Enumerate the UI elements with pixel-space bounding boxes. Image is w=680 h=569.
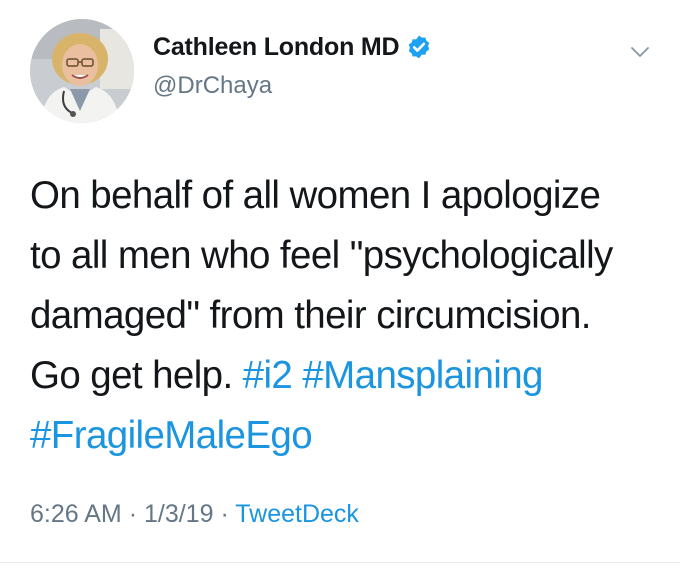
meta-separator: · <box>128 500 138 528</box>
chevron-down-icon[interactable] <box>628 40 652 64</box>
tweet-text-line: to all men who feel "psychologically <box>30 234 613 277</box>
tweet-text-line: #FragileMaleEgo <box>30 406 660 466</box>
tweet-card: Cathleen London MD @DrChaya On behalf of… <box>0 0 680 569</box>
tweet-meta: 6:26 AM · 1/3/19 · TweetDeck <box>30 500 359 529</box>
hashtag-link[interactable]: #Mansplaining <box>302 354 543 397</box>
verified-badge-icon <box>409 35 430 59</box>
hashtag-link[interactable]: #FragileMaleEgo <box>30 414 313 457</box>
tweet-text-line: damaged" from their circumcision. <box>30 294 591 337</box>
tweet-time[interactable]: 6:26 AM <box>30 500 122 528</box>
author-handle[interactable]: @DrChaya <box>153 72 272 100</box>
divider <box>0 562 680 563</box>
tweet-text-line: On behalf of all women I apologize <box>30 174 601 217</box>
tweet-date[interactable]: 1/3/19 <box>144 500 214 528</box>
meta-separator: · <box>220 500 229 528</box>
avatar[interactable] <box>30 19 134 123</box>
tweet-text-fragment: Go get help. <box>30 354 233 397</box>
tweet-source-link[interactable]: TweetDeck <box>235 500 359 528</box>
tweet-body: On behalf of all women I apologize to al… <box>30 166 660 466</box>
profile-photo-icon <box>30 19 134 123</box>
hashtag-link[interactable]: #i2 <box>243 354 293 397</box>
author-name-row[interactable]: Cathleen London MD <box>153 30 432 64</box>
tweet-text-line: Go get help. #i2 #Mansplaining <box>30 346 660 406</box>
display-name[interactable]: Cathleen London MD <box>153 33 400 62</box>
